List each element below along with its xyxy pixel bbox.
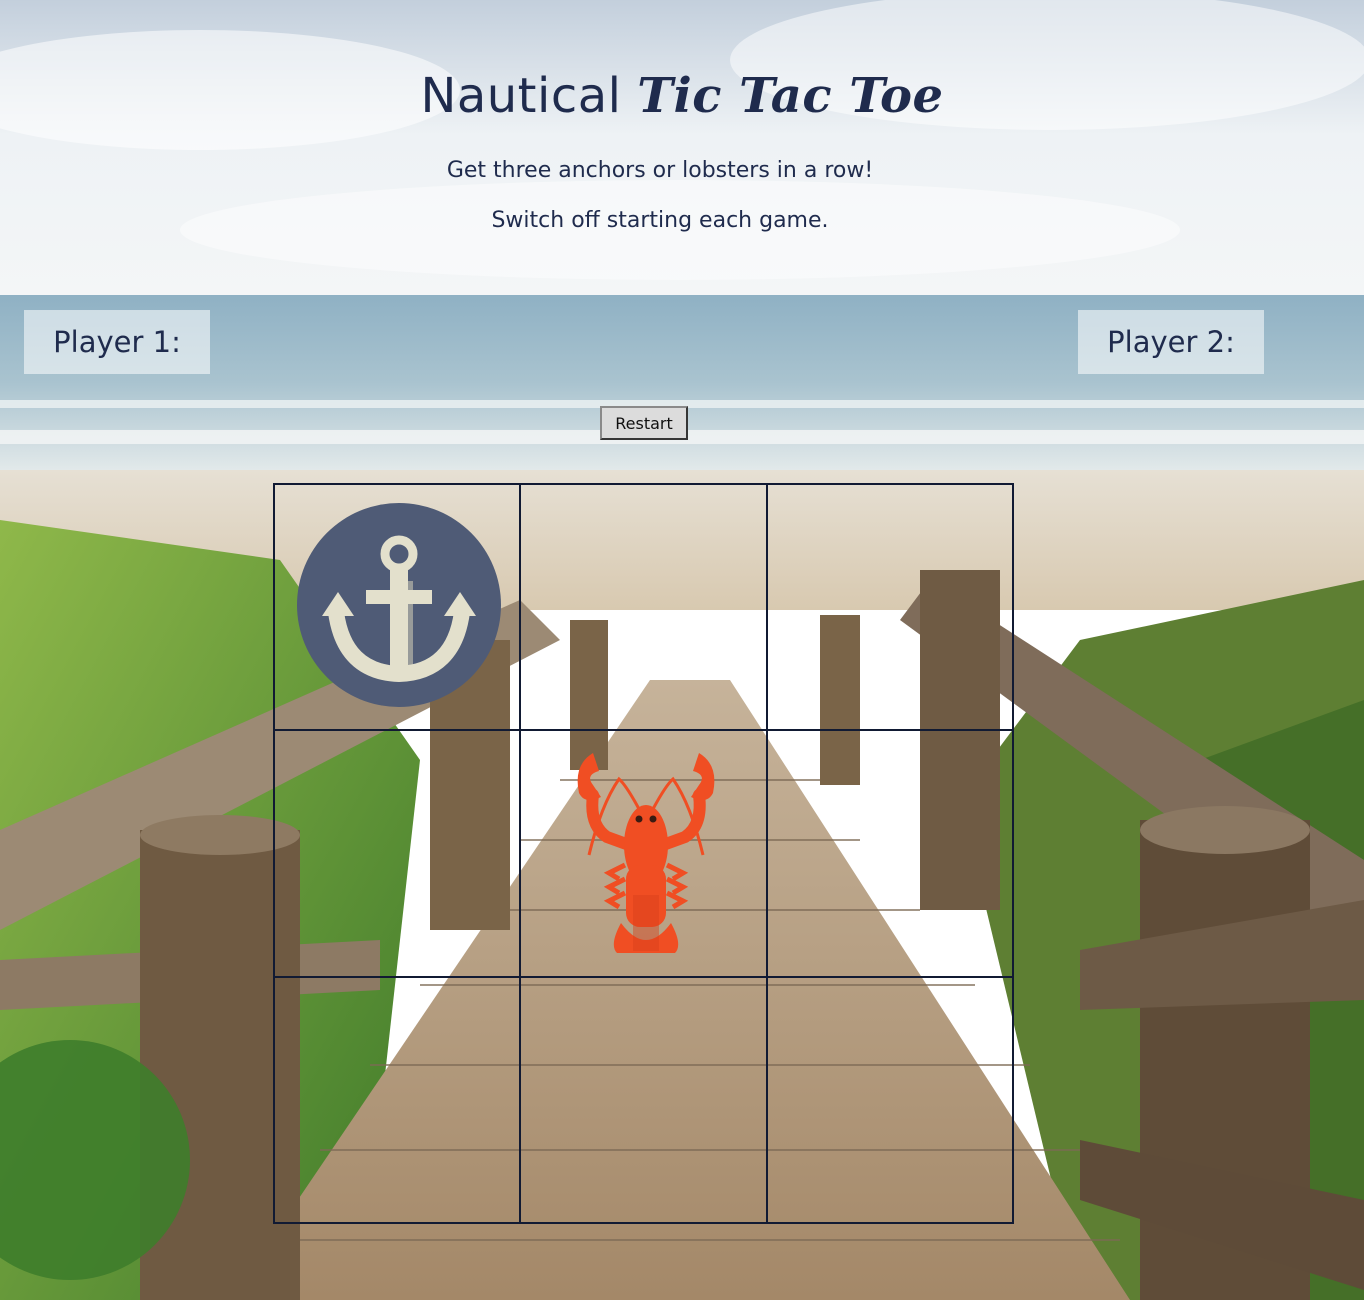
subtitle-instructions: Get three anchors or lobsters in a row!: [446, 158, 874, 183]
lobster-icon: [577, 753, 715, 954]
board-cell-8[interactable]: [766, 976, 1013, 1223]
player-1-label: Player 1:: [24, 310, 210, 374]
title-script: Tic Tac Toe: [637, 68, 944, 124]
board-cell-3[interactable]: [274, 730, 521, 977]
board-cell-6[interactable]: [274, 976, 521, 1223]
title-plain: Nautical: [420, 68, 638, 124]
subtitle-switch: Switch off starting each game.: [491, 208, 829, 233]
page-title: Nautical Tic Tac Toe: [0, 68, 1364, 124]
board-cell-1[interactable]: [520, 484, 767, 731]
board-cell-0[interactable]: [274, 484, 521, 731]
board-cell-2[interactable]: [766, 484, 1013, 731]
restart-button[interactable]: Restart: [600, 406, 688, 440]
board-cell-4[interactable]: [520, 730, 767, 977]
player-2-label: Player 2:: [1078, 310, 1264, 374]
board-cell-7[interactable]: [520, 976, 767, 1223]
board-cell-5[interactable]: [766, 730, 1013, 977]
game-board: [273, 483, 1014, 1224]
anchor-icon: [297, 503, 501, 707]
